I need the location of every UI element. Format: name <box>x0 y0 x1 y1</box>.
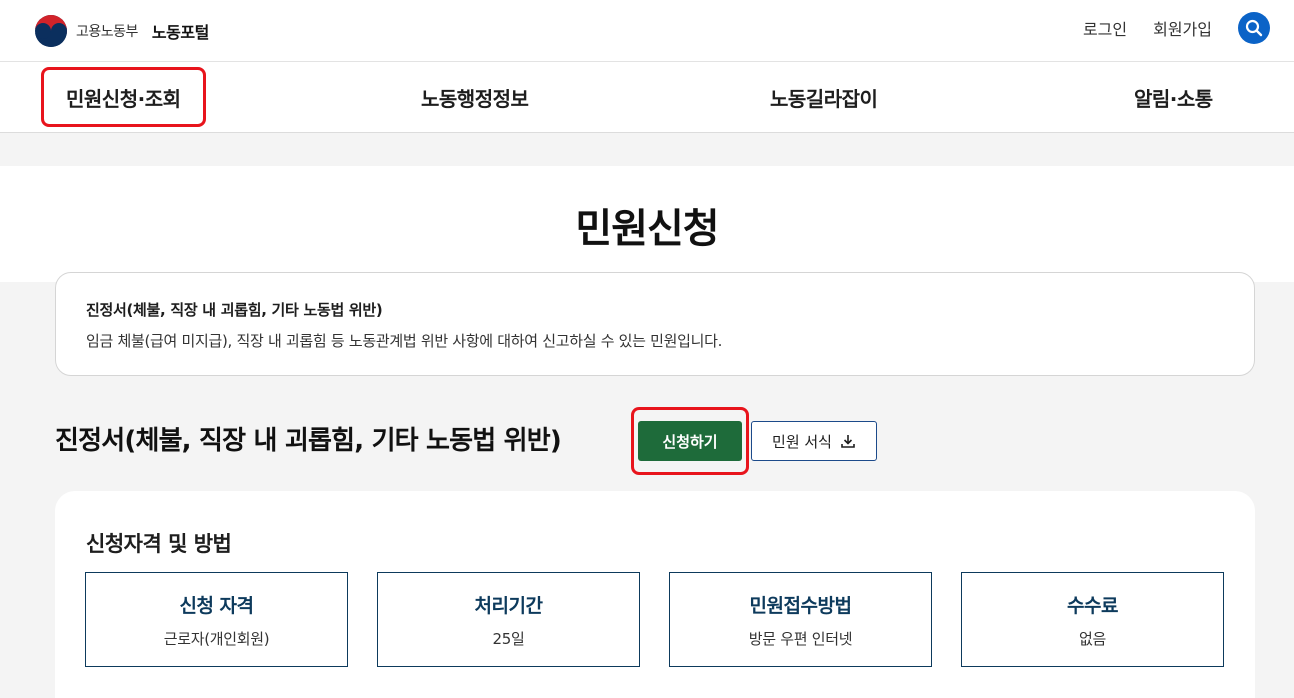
summary-box: 진정서(체불, 직장 내 괴롭힘, 기타 노동법 위반) 임금 체불(급여 미지… <box>55 272 1255 376</box>
signup-link[interactable]: 회원가입 <box>1153 16 1212 40</box>
government-emblem-icon <box>35 15 67 47</box>
nav-item-civil-complaint[interactable]: 민원신청·조회 <box>41 67 206 127</box>
info-label: 처리기간 <box>474 594 543 617</box>
nav-item-label: 노동행정정보 <box>421 87 529 111</box>
info-value: 근로자(개인회원) <box>163 629 270 648</box>
nav-item-label: 알림·소통 <box>1134 87 1213 111</box>
info-box-processing-period: 처리기간 25일 <box>377 572 640 667</box>
info-label: 민원접수방법 <box>749 594 852 617</box>
nav-item-notice[interactable]: 알림·소통 <box>1134 62 1213 133</box>
nav-item-labor-admin-info[interactable]: 노동행정정보 <box>421 62 529 133</box>
main-navigation: 민원신청·조회 노동행정정보 노동길라잡이 알림·소통 <box>0 62 1294 133</box>
info-box-fee: 수수료 없음 <box>961 572 1224 667</box>
info-value: 없음 <box>1078 629 1106 648</box>
nav-item-labor-guide[interactable]: 노동길라잡이 <box>770 62 878 133</box>
section-title: 진정서(체불, 직장 내 괴롭힘, 기타 노동법 위반) <box>55 426 562 456</box>
nav-item-label: 노동길라잡이 <box>770 87 878 111</box>
portal-name: 노동포털 <box>151 23 209 42</box>
info-box-submission-method: 민원접수방법 방문 우편 인터넷 <box>669 572 932 667</box>
login-link[interactable]: 로그인 <box>1083 16 1127 40</box>
site-logo[interactable]: 고용노동부 노동포털 <box>34 14 209 48</box>
form-download-button[interactable]: 민원 서식 <box>751 421 877 461</box>
download-icon <box>841 435 855 448</box>
info-label: 신청 자격 <box>179 594 254 617</box>
page-title: 민원신청 <box>575 206 719 252</box>
apply-button[interactable]: 신청하기 <box>638 421 742 461</box>
info-value: 방문 우편 인터넷 <box>748 629 853 648</box>
info-label: 수수료 <box>1067 594 1118 617</box>
summary-description: 임금 체불(급여 미지급), 직장 내 괴롭힘 등 노동관계법 위반 사항에 대… <box>86 332 723 350</box>
qualification-title: 신청자격 및 방법 <box>86 532 232 556</box>
search-button[interactable] <box>1238 12 1270 44</box>
summary-title: 진정서(체불, 직장 내 괴롭힘, 기타 노동법 위반) <box>86 301 383 319</box>
search-icon <box>1245 19 1263 37</box>
section-heading: 진정서(체불, 직장 내 괴롭힘, 기타 노동법 위반) <box>55 420 562 457</box>
nav-item-label: 민원신청·조회 <box>66 86 181 111</box>
info-value: 25일 <box>492 629 525 648</box>
form-download-label: 민원 서식 <box>772 432 832 451</box>
site-header: 고용노동부 노동포털 로그인 회원가입 <box>0 0 1294 62</box>
utility-menu: 로그인 회원가입 <box>1083 12 1270 44</box>
info-box-eligibility: 신청 자격 근로자(개인회원) <box>85 572 348 667</box>
ministry-name: 고용노동부 <box>76 24 138 40</box>
